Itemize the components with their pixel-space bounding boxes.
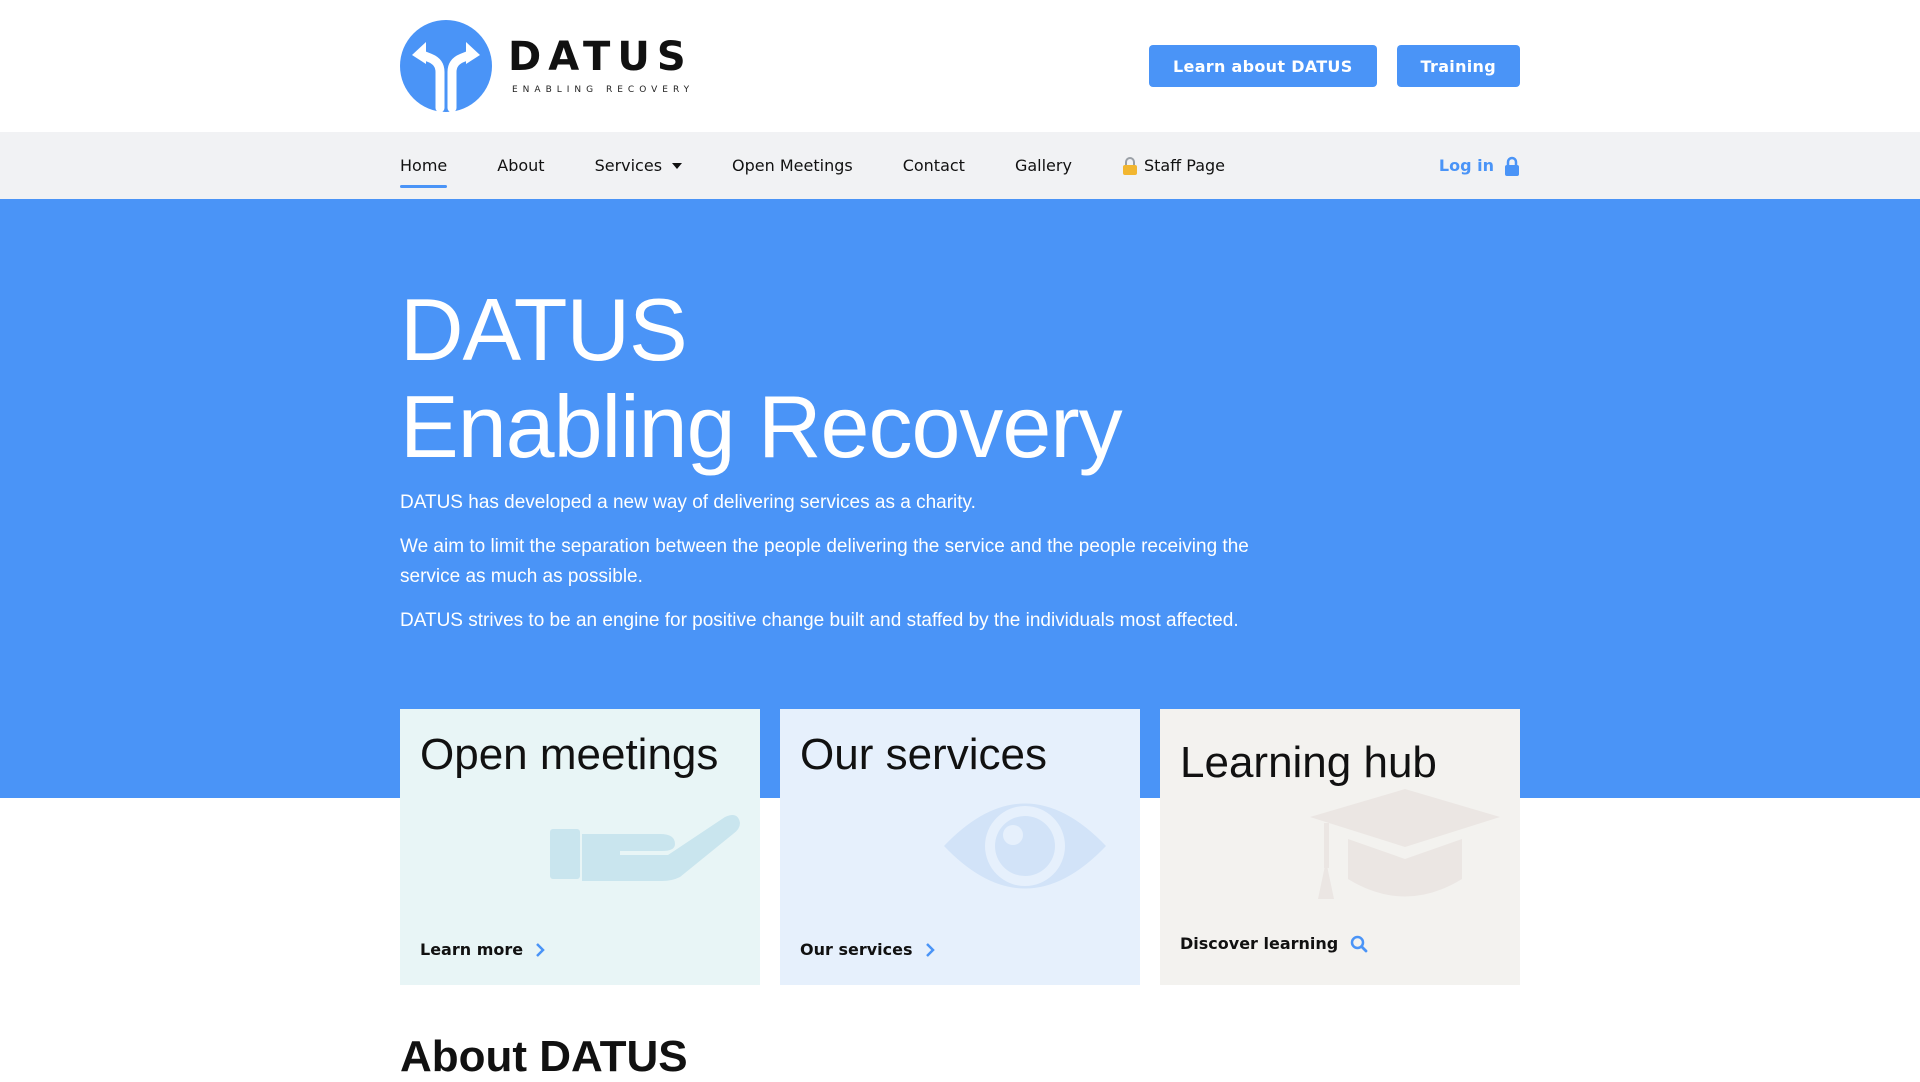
logo-tagline: ENABLING RECOVERY xyxy=(512,85,695,95)
eye-icon xyxy=(944,803,1106,889)
nav-item-home[interactable]: Home xyxy=(400,132,448,199)
training-button[interactable]: Training xyxy=(1396,45,1520,87)
chevron-down-icon xyxy=(672,162,683,169)
discover-learning-link[interactable]: Discover learning xyxy=(1180,934,1368,953)
main-navigation: Home About Services Open Meetings Contac… xyxy=(0,132,1920,199)
hero-paragraph: We aim to limit the separation between t… xyxy=(400,536,1249,587)
nav-item-services[interactable]: Services xyxy=(595,132,683,199)
logo-arrows-icon xyxy=(400,20,492,112)
nav-item-about[interactable]: About xyxy=(497,132,544,199)
nav-item-staff-page[interactable]: Staff Page xyxy=(1122,132,1225,199)
hero-title-line1: DATUS xyxy=(400,280,688,379)
logo[interactable]: DATUS ENABLING RECOVERY xyxy=(400,20,694,112)
chevron-right-icon xyxy=(536,942,545,957)
hero-paragraph: DATUS strives to be an engine for positi… xyxy=(400,610,1239,631)
lock-emoji-icon xyxy=(1122,156,1137,175)
feature-cards: Open meetings Learn more Our services Ou… xyxy=(400,709,1520,985)
card-open-meetings[interactable]: Open meetings Learn more xyxy=(400,709,760,985)
about-section-title: About DATUS xyxy=(400,1032,688,1081)
card-title: Our services xyxy=(800,730,1047,779)
learn-about-datus-button[interactable]: Learn about DATUS xyxy=(1149,45,1377,87)
card-title: Learning hub xyxy=(1180,738,1437,787)
learn-more-link[interactable]: Learn more xyxy=(420,940,545,959)
hand-icon xyxy=(550,815,740,881)
hero-title-line2: Enabling Recovery xyxy=(400,377,1123,476)
nav-item-gallery[interactable]: Gallery xyxy=(1015,132,1072,199)
card-title: Open meetings xyxy=(420,730,719,779)
lock-icon xyxy=(1505,156,1519,176)
card-our-services[interactable]: Our services Our services xyxy=(780,709,1140,985)
nav-item-open-meetings[interactable]: Open Meetings xyxy=(732,132,853,199)
search-icon xyxy=(1351,935,1368,952)
our-services-link[interactable]: Our services xyxy=(800,940,935,959)
login-link[interactable]: Log in xyxy=(1439,132,1520,199)
card-learning-hub[interactable]: Learning hub Discover learning xyxy=(1160,709,1520,985)
graduation-cap-icon xyxy=(1310,789,1500,899)
site-header: DATUS ENABLING RECOVERY Learn about DATU… xyxy=(0,0,1920,132)
chevron-right-icon xyxy=(925,942,935,957)
hero-paragraph: DATUS has developed a new way of deliver… xyxy=(400,492,976,513)
logo-wordmark: DATUS xyxy=(508,34,693,80)
nav-item-contact[interactable]: Contact xyxy=(903,132,965,199)
hero-title: DATUS Enabling Recovery xyxy=(400,281,1520,475)
